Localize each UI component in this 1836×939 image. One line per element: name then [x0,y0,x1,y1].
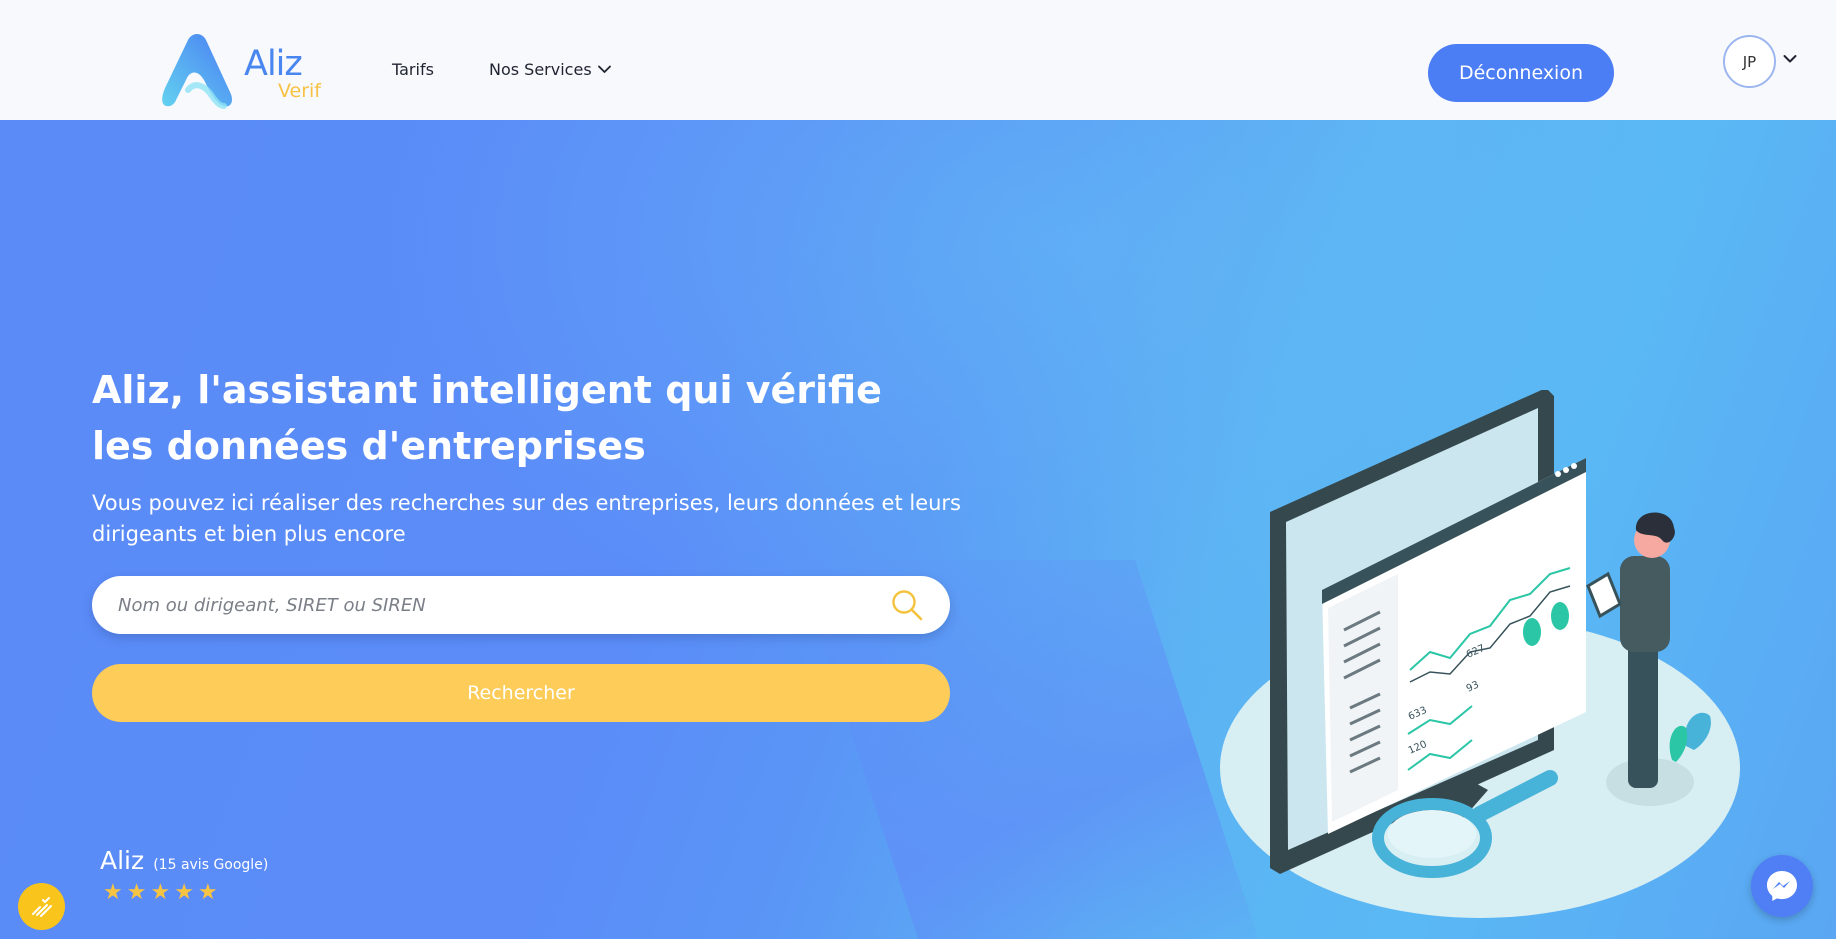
review-business-name: Aliz [100,846,145,875]
logo-a-icon [162,34,232,109]
pencil-lines-icon [31,896,52,917]
messenger-icon [1767,871,1797,901]
chevron-down-icon [597,65,611,73]
person-legs [1628,638,1658,788]
logo-subtitle: Verif [278,80,321,102]
hero-subtitle: Vous pouvez ici réaliser des recherches … [92,491,961,546]
logout-button[interactable]: Déconnexion [1428,44,1614,102]
star-icon: ★ [197,880,218,905]
rating-stars: ★ ★ ★ ★ ★ [103,882,218,904]
star-icon: ★ [103,880,123,905]
search-input[interactable] [118,576,858,634]
logo[interactable]: Aliz Verif [158,30,328,112]
star-icon: ★ [150,880,171,905]
messenger-button[interactable] [1751,855,1813,917]
hero-section: Aliz, l'assistant intelligent qui vérifi… [0,120,1836,939]
magnifier-glass [1388,810,1476,858]
person-torso [1620,556,1670,652]
star-icon: ★ [126,880,147,905]
chart-pie [1523,618,1541,646]
analytics-illustration: 633 627 93 120 [1220,390,1740,918]
star-icon: ★ [174,880,194,905]
chevron-down-icon[interactable] [1783,54,1797,64]
hero-title: Aliz, l'assistant intelligent qui vérifi… [92,368,882,468]
logo-name: Aliz [244,44,303,84]
avatar[interactable]: JP [1723,35,1776,88]
search-button[interactable]: Rechercher [92,664,950,722]
pencil-lines-button[interactable] [18,883,65,930]
window-dot [1563,467,1569,473]
tablet [1586,571,1622,619]
google-reviews[interactable]: Aliz (15 avis Google) [100,846,268,875]
search-icon[interactable] [890,588,924,622]
chart-pie [1551,602,1569,630]
search-box [92,576,950,634]
review-count: (15 avis Google) [153,857,269,873]
nav-tarifs[interactable]: Tarifs [392,60,434,79]
window-dot [1571,463,1577,469]
window-dot [1555,471,1561,477]
header: Aliz Verif Tarifs Nos Services Déconnexi… [0,0,1836,120]
nav-services-dropdown[interactable]: Nos Services [489,60,611,79]
nav-services-label: Nos Services [489,60,592,79]
dashboard-sidebar [1328,574,1398,822]
